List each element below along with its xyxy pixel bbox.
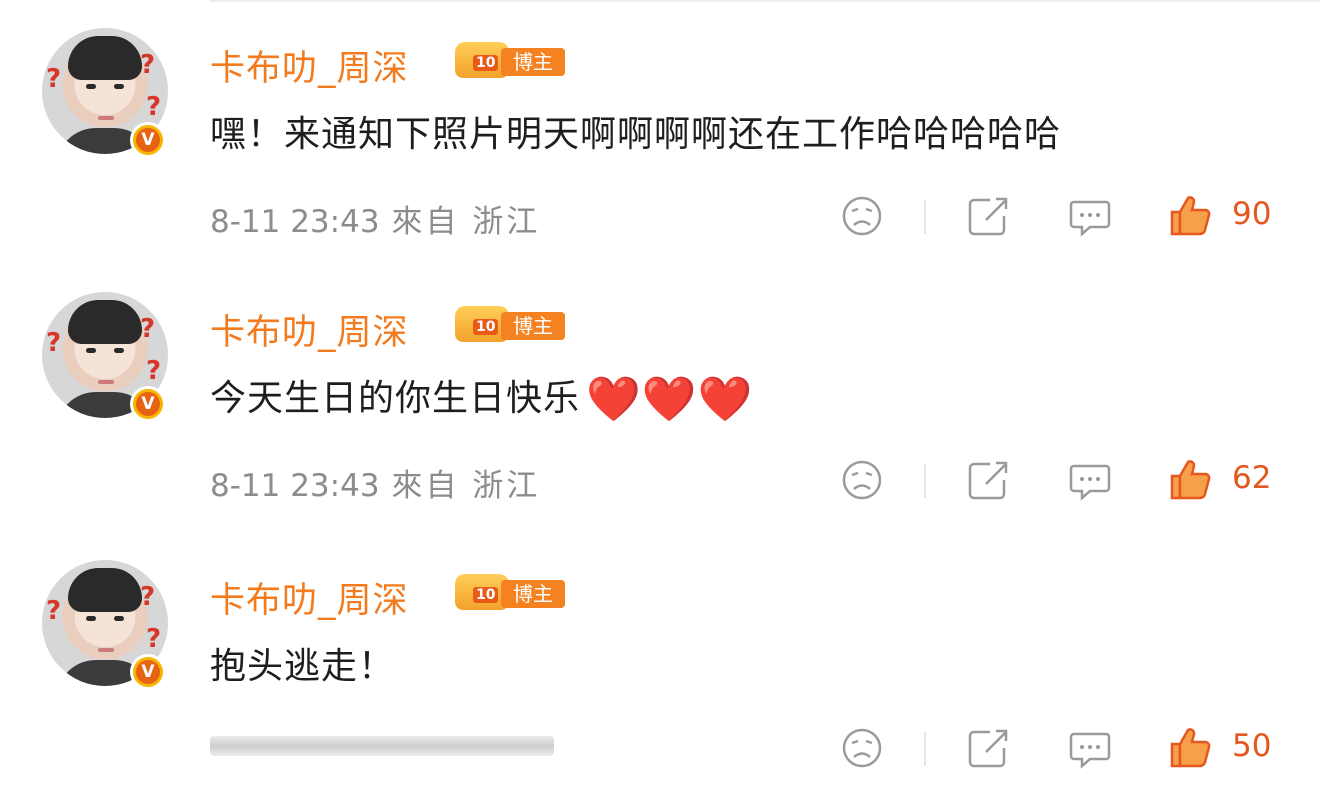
like-count: 62 (1232, 460, 1272, 496)
comment-item: ??? V 卡布叻_周深 10 博主 抱头逃走！ 50 (0, 532, 1320, 792)
verified-badge-icon: V (130, 654, 166, 690)
username[interactable]: 卡布叻_周深 (210, 572, 409, 623)
comment-location: 來自 浙江 (391, 468, 541, 504)
comment-date: 8-11 23:43 (210, 468, 380, 504)
verified-badge-icon: V (130, 122, 166, 158)
comment-item: ??? V 卡布叻_周深 10 博主 今天生日的你生日快乐 ❤️❤️❤️ 8-11… (0, 264, 1320, 524)
dislike-face-icon (842, 460, 882, 500)
comment-meta: 8-11 23:43 來自 浙江 (210, 460, 540, 505)
like-button[interactable] (1168, 194, 1212, 238)
like-thumb-icon (1170, 196, 1211, 236)
like-thumb-icon (1170, 460, 1211, 500)
reply-button[interactable] (1068, 194, 1112, 238)
heart-emoji: ❤️❤️❤️ (586, 374, 754, 425)
comment-text: 嘿！来通知下照片明天啊啊啊啊还在工作哈哈哈哈哈 (210, 114, 1062, 155)
role-tag: 博主 (501, 312, 565, 340)
reply-icon (1069, 732, 1111, 769)
comment-text: 今天生日的你生日快乐 ❤️❤️❤️ (210, 374, 754, 425)
share-button[interactable] (966, 726, 1010, 770)
comment-item: ??? V 卡布叻_周深 10 博主 嘿！来通知下照片明天啊啊啊啊还在工作哈哈哈… (0, 0, 1320, 260)
reply-icon (1069, 464, 1111, 501)
reply-button[interactable] (1068, 726, 1112, 770)
dislike-button[interactable] (840, 726, 884, 770)
level-badge: 10 博主 (455, 42, 567, 78)
level-badge: 10 博主 (455, 574, 567, 610)
like-count: 90 (1232, 196, 1272, 232)
dislike-face-icon (842, 196, 882, 236)
comment-meta: 8-11 23:43 來自 浙江 (210, 196, 540, 241)
blurred-meta (210, 736, 554, 756)
dislike-button[interactable] (840, 194, 884, 238)
action-divider (924, 200, 926, 234)
dislike-face-icon (842, 728, 882, 768)
share-button[interactable] (966, 194, 1010, 238)
verified-badge-icon: V (130, 386, 166, 422)
reply-icon (1069, 200, 1111, 237)
like-thumb-icon (1170, 728, 1211, 768)
share-icon (968, 729, 1008, 768)
share-icon (968, 197, 1008, 236)
comment-date: 8-11 23:43 (210, 204, 380, 240)
level-badge: 10 博主 (455, 306, 567, 342)
like-count: 50 (1232, 728, 1272, 764)
username[interactable]: 卡布叻_周深 (210, 40, 409, 91)
comment-location: 來自 浙江 (391, 204, 541, 240)
reply-button[interactable] (1068, 458, 1112, 502)
comment-text: 抱头逃走！ (210, 646, 396, 687)
like-button[interactable] (1168, 726, 1212, 770)
role-tag: 博主 (501, 48, 565, 76)
role-tag: 博主 (501, 580, 565, 608)
username[interactable]: 卡布叻_周深 (210, 304, 409, 355)
action-divider (924, 732, 926, 766)
dislike-button[interactable] (840, 458, 884, 502)
share-button[interactable] (966, 458, 1010, 502)
like-button[interactable] (1168, 458, 1212, 502)
share-icon (968, 461, 1008, 500)
action-divider (924, 464, 926, 498)
